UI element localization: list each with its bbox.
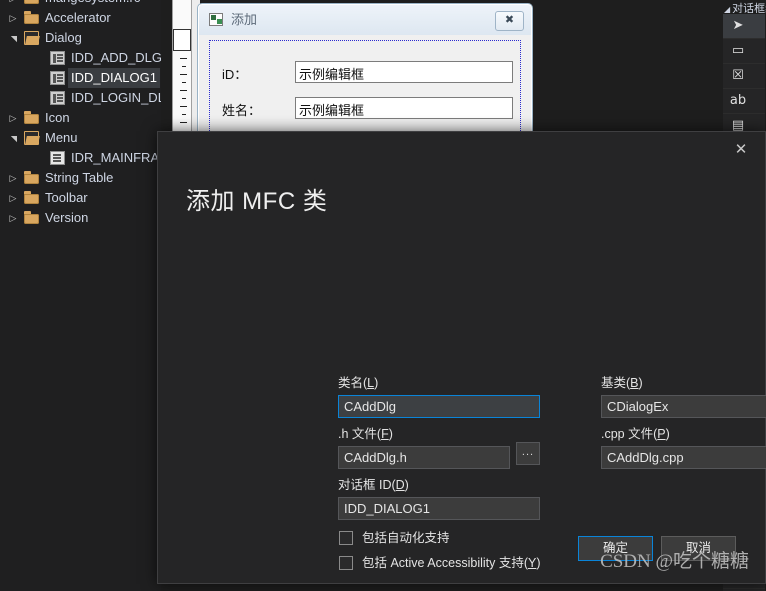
design-dialog-caption: 添加 ✖	[199, 5, 531, 35]
dialog-id-group: 对话框 ID(D) IDD_DIALOG1	[338, 474, 540, 520]
resource-tree-panel[interactable]: mangesystem.rc Accelerator Dialog IDD_ADD_D…	[0, 0, 161, 591]
check-box-icon: ☒	[732, 68, 744, 83]
tree-item-label: Version	[45, 210, 89, 225]
base-class-label: 基类(B)	[601, 376, 643, 390]
watermark-text: CSDN @吃个糖糖	[600, 551, 749, 572]
dialog-resource-icon	[50, 51, 65, 65]
tree-item[interactable]: Version	[0, 208, 161, 228]
tree-item-label: String Table	[45, 170, 114, 185]
page-title: 添加 MFC 类	[186, 188, 328, 215]
class-name-input[interactable]: CAddDlg	[338, 395, 540, 418]
header-file-input[interactable]: CAddDlg.h	[338, 446, 510, 469]
tree-item[interactable]: IDR_MAINFRAME	[0, 148, 161, 168]
design-edit-text: 示例编辑框	[299, 103, 365, 118]
chevron-right-icon[interactable]	[6, 8, 20, 28]
tree-item[interactable]: IDD_LOGIN_DLG	[0, 88, 161, 108]
button-icon: ▭	[731, 43, 745, 58]
tree-item-label: IDD_LOGIN_DLG	[71, 90, 161, 105]
folder-open-icon	[24, 31, 39, 45]
edit-control-tool[interactable]: ab	[723, 89, 765, 114]
tree-item[interactable]: Dialog	[0, 28, 161, 48]
close-icon[interactable]: ✕	[728, 138, 754, 160]
tree-item-label: IDD_ADD_DLG	[71, 50, 161, 65]
edit-control-icon: ab	[729, 93, 747, 108]
design-edit-box[interactable]: 示例编辑框	[295, 97, 513, 119]
tree-item[interactable]: Menu	[0, 128, 161, 148]
app-icon	[209, 13, 223, 26]
design-dialog-title: 添加	[231, 12, 258, 27]
pointer-icon: ➤	[732, 18, 744, 33]
chevron-right-icon[interactable]	[6, 0, 20, 8]
chevron-down-icon[interactable]: ◢	[724, 5, 730, 13]
tree-item-label: Dialog	[45, 30, 82, 45]
cpp-file-input[interactable]: CAddDlg.cpp	[601, 446, 766, 469]
add-mfc-class-dialog[interactable]: ✕ 添加 MFC 类 类名(L) CAddDlg 基类(B) CDialogEx…	[157, 131, 766, 584]
header-file-group: .h 文件(F) CAddDlg.h ...	[338, 423, 540, 469]
folder-icon	[24, 111, 39, 124]
design-edit-box[interactable]: 示例编辑框	[295, 61, 513, 83]
folder-icon	[24, 211, 39, 224]
design-dialog-preview[interactable]: 添加 ✖ iD： 示例编辑框 姓名： 示例编辑框	[197, 3, 533, 134]
tree-item-label: Toolbar	[45, 190, 88, 205]
tree-item-label: Accelerator	[45, 10, 111, 25]
chevron-down-icon[interactable]	[6, 28, 20, 48]
tree-item[interactable]: Toolbar	[0, 188, 161, 208]
ruler-thumb	[173, 29, 191, 51]
automation-support-label: 包括自动化支持	[362, 531, 450, 545]
folder-icon	[24, 11, 39, 24]
tree-item-label: mangesystem.rc	[42, 0, 143, 8]
design-field-label: iD：	[222, 67, 248, 82]
toolbox-header: ◢对话框编辑器	[724, 0, 766, 13]
chevron-right-icon[interactable]	[6, 188, 20, 208]
chevron-right-icon[interactable]	[6, 108, 20, 128]
chevron-right-icon[interactable]	[6, 208, 20, 228]
folder-icon	[24, 0, 39, 4]
checkbox-icon[interactable]	[339, 556, 353, 570]
dialog-id-label: 对话框 ID(D)	[338, 478, 409, 492]
cpp-file-label: .cpp 文件(P)	[601, 427, 670, 441]
tree-item-label: Menu	[45, 130, 78, 145]
checkbox-icon[interactable]	[339, 531, 353, 545]
dialog-resource-icon	[50, 71, 65, 85]
header-file-label: .h 文件(F)	[338, 427, 393, 441]
tree-item[interactable]: IDD_ADD_DLG	[0, 48, 161, 68]
design-field-row: 姓名： 示例编辑框	[222, 97, 514, 123]
cpp-file-group: .cpp 文件(P) CAddDlg.cpp ...	[601, 423, 766, 469]
class-name-label: 类名(L)	[338, 376, 379, 390]
close-icon[interactable]: ✖	[495, 11, 524, 31]
base-class-select[interactable]: CDialogEx	[601, 395, 766, 418]
dialog-resource-icon	[50, 91, 65, 105]
active-accessibility-label: 包括 Active Accessibility 支持(Y)	[362, 556, 541, 570]
folder-icon	[24, 191, 39, 204]
base-class-value: CDialogEx	[607, 399, 669, 414]
toolbox-header-label: 对话框编辑器	[732, 3, 766, 13]
design-field-row: iD： 示例编辑框	[222, 61, 514, 87]
check-box-tool[interactable]: ☒	[723, 64, 765, 89]
header-file-browse-button[interactable]: ...	[516, 442, 540, 465]
tree-item-label: Icon	[45, 110, 70, 125]
folder-open-icon	[24, 131, 39, 145]
design-field-label: 姓名：	[222, 103, 262, 118]
tree-item-label: IDD_DIALOG1	[68, 68, 160, 88]
design-dialog-client: iD： 示例编辑框 姓名： 示例编辑框	[209, 40, 521, 133]
dialog-id-input[interactable]: IDD_DIALOG1	[338, 497, 540, 520]
tree-item[interactable]: Icon	[0, 108, 161, 128]
tree-item[interactable]: mangesystem.rc	[0, 0, 161, 8]
tree-item-label: IDR_MAINFRAME	[71, 150, 161, 165]
vertical-ruler	[172, 0, 192, 132]
chevron-right-icon[interactable]	[6, 168, 20, 188]
pointer-tool[interactable]: ➤	[723, 14, 765, 39]
class-name-group: 类名(L) CAddDlg	[338, 372, 540, 418]
button-tool[interactable]: ▭	[723, 39, 765, 64]
automation-support-checkbox-row[interactable]: 包括自动化支持	[339, 530, 599, 550]
base-class-group: 基类(B) CDialogEx	[601, 372, 766, 418]
menu-resource-icon	[50, 151, 65, 165]
chevron-down-icon[interactable]	[6, 128, 20, 148]
folder-icon	[24, 171, 39, 184]
tree-item[interactable]: IDD_DIALOG1	[0, 68, 161, 88]
tree-item[interactable]: String Table	[0, 168, 161, 188]
design-edit-text: 示例编辑框	[299, 67, 365, 82]
tree-item[interactable]: Accelerator	[0, 8, 161, 28]
